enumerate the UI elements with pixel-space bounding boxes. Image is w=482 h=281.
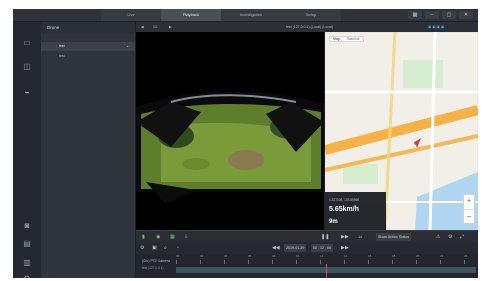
timeline[interactable]: (Ch.) PTZ Camera test (127.0.0.1) 00 02 … [136,254,478,278]
coordinates: 1.227108, 103.85969 [329,198,360,202]
view-controls[interactable]: ▣ ▣ ▣ ▣ [428,22,444,32]
tick-label: 18 [392,254,396,258]
tick [368,260,369,264]
tick-label: 08 [272,254,276,258]
maximize-icon[interactable]: ▢ [442,11,456,19]
show-action-status-button[interactable]: Show Action Status [376,233,411,241]
tick [320,260,321,264]
top-navigation: Live Playback Investigation Setup ▦ – ▢ … [13,9,478,22]
date-field[interactable]: 2019-01-29 [284,244,307,252]
tick-label: 14 [344,254,348,258]
tick-label: 00 [176,254,180,258]
view-header: ◀ 1/1 ▶ test (127.0.0.1) (Local) (Local)… [136,22,478,32]
map-type-tabs: Map Satellite [329,36,364,42]
speed-value: 5.65km/h [329,206,359,213]
tick-label: 10 [296,254,300,258]
tick [176,260,177,264]
camera-icon[interactable]: ◫ [19,62,35,72]
tick-label: 12 [320,254,324,258]
camera-title: test (127.0.0.1) (Local) (Local) [286,25,333,29]
drone-icon[interactable]: ⌁ [19,88,35,98]
snapshot-button-icon[interactable]: ▣ [152,242,157,254]
map-tab-map[interactable]: Map [330,37,343,41]
zoom-out-icon[interactable]: – [464,209,474,224]
next-day-icon[interactable]: ▶▶ [341,242,349,254]
grid-icon[interactable]: ▦ [408,11,422,19]
tab-playback[interactable]: Playback [161,9,221,21]
audio-icon[interactable]: ◔ [176,242,179,254]
left-rail: ▭ ◫ ⌁ ◙ ▤ ▥ ⚙ [13,22,41,278]
tick [272,260,273,264]
telemetry-panel: 1.227108, 103.85969 5.65km/h 9m [325,192,386,230]
tick-label: 06 [248,254,252,258]
tick [344,260,345,264]
date-value: 2019-01-29 [286,246,305,250]
video-frame [136,32,324,230]
device-icon[interactable]: ▭ [19,38,35,48]
tick [200,260,201,264]
date-time-controls: ⚙ ▣ ⌕ ◔ ◀◀ 2019-01-29 00 : 12 : 00 ▶▶ [136,242,478,254]
channel-label: (Ch.) PTZ Camera [142,259,170,263]
page-indicator: 1/1 [153,25,158,29]
device-panel: Drone test ⌄ test [41,22,136,278]
tab-setup[interactable]: Setup [281,9,341,21]
prev-day-icon[interactable]: ◀◀ [272,242,280,254]
tick-label: 04 [224,254,228,258]
show-action-status-label: Show Action Status [378,235,409,239]
tick [440,260,441,264]
monitor-icon[interactable]: ▤ [19,239,35,249]
snapshot-icon[interactable]: ◙ [19,221,35,231]
tick-label: 02 [200,254,204,258]
tick [248,260,249,264]
timeline-scale: 00 02 04 06 08 10 12 14 16 18 20 22 24 [176,254,476,278]
app-window: Live Playback Investigation Setup ▦ – ▢ … [13,9,478,278]
tick-label: 20 [416,254,420,258]
video-feed[interactable] [136,32,324,230]
tab-investigation[interactable]: Investigation [221,9,281,21]
device-item[interactable]: test [41,52,135,61]
next-page-icon[interactable]: ▶ [169,22,172,32]
tick [224,260,225,264]
tab-live[interactable]: Live [101,9,161,21]
main-view: ◀ 1/1 ▶ test (127.0.0.1) (Local) (Local)… [136,22,478,278]
time-field[interactable]: 00 : 12 : 00 [311,244,333,252]
device-item-label: test [59,44,65,48]
map-tab-satellite[interactable]: Satellite [344,37,363,41]
printer-icon[interactable]: ▥ [19,258,35,268]
zoom-icon[interactable]: ⌕ [164,242,167,254]
altitude-value: 9m [329,219,338,225]
channel-sub-label: test (127.0.0.1) [142,266,164,270]
settings-gear-icon[interactable]: ⚙ [140,242,144,254]
tick [416,260,417,264]
playhead[interactable] [326,264,327,278]
map-view[interactable]: Map Satellite 1.227108, 103.85969 5.65km… [325,32,478,230]
device-item[interactable]: test ⌄ [41,42,135,51]
tick [464,260,465,264]
tick [296,260,297,264]
zoom-in-icon[interactable]: + [464,195,474,209]
tick [392,260,393,264]
tick-label: 16 [368,254,372,258]
device-item-label: test [59,54,65,58]
tick-label: 22 [440,254,444,258]
minimize-icon[interactable]: – [425,11,439,19]
tick-label: 24 [464,254,468,258]
prev-page-icon[interactable]: ◀ [141,22,144,32]
chevron-down-icon[interactable]: ⌄ [126,42,129,51]
zoom-controls: + – [463,194,475,224]
time-value: 00 : 12 : 00 [313,246,331,250]
settings-icon[interactable]: ⚙ [19,274,35,278]
device-panel-header: Drone [41,22,135,34]
close-icon[interactable]: ✕ [459,11,473,19]
